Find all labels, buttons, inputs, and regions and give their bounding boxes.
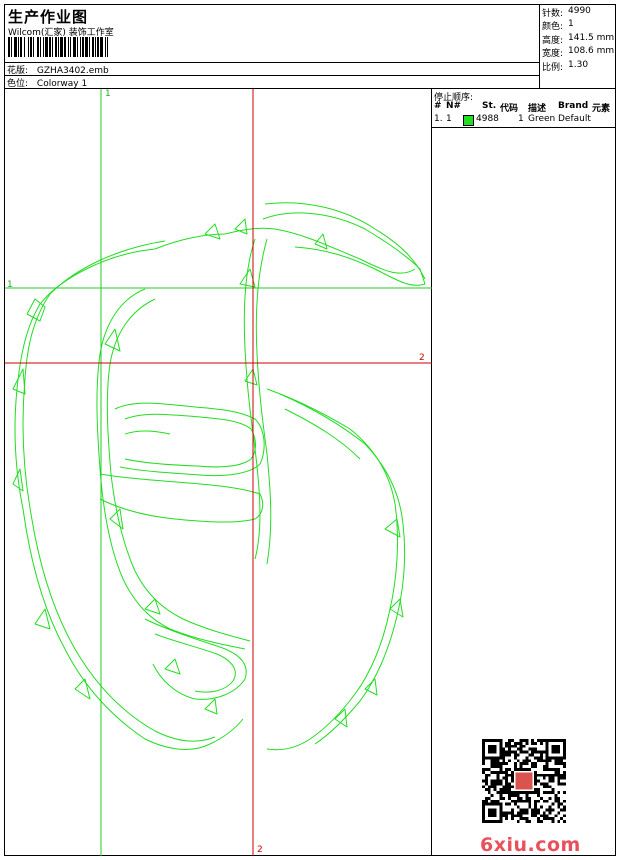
- qr-code-icon: [482, 739, 566, 823]
- divider: [432, 127, 616, 128]
- stat-value: 108.6 mm: [568, 46, 615, 56]
- embroidery-preview: [5, 89, 432, 856]
- stop-sequence-panel: 停止顺序: # N# St. 代码 描述 Brand 元素 1. 1 4988 …: [432, 89, 616, 856]
- stat-stitches: 针数: 4990: [542, 6, 591, 19]
- stat-colors: 颜色: 1: [542, 19, 574, 32]
- stop-sequence-row: 1. 1 4988 1 Green Default: [432, 114, 616, 126]
- stat-value: 1.30: [568, 60, 589, 70]
- guide-lines: [5, 89, 432, 856]
- stat-label: 针数:: [542, 9, 564, 19]
- embroidery-outline: [12, 202, 426, 751]
- stat-scale: 比例: 1.30: [542, 60, 588, 73]
- colorway-value: Colorway 1: [36, 79, 88, 89]
- production-sheet: 生产作业图 Wilcom(汇家) 装饰工作室 花版: GZHA3402.emb …: [4, 4, 616, 856]
- stat-height: 高度: 141.5 mm: [542, 33, 614, 46]
- stat-label: 比例:: [542, 63, 564, 73]
- watermark-logo: 6xiu.com: [480, 834, 581, 856]
- guide-label-red-bottom: 2: [257, 845, 263, 855]
- stat-label: 颜色:: [542, 22, 564, 32]
- stat-value: 1: [568, 19, 574, 29]
- colorway-label: 色位:: [7, 79, 29, 89]
- stop-sequence-header: # N# St. 代码 描述 Brand 元素: [432, 101, 616, 114]
- col-header: 描述: [528, 104, 547, 114]
- guide-label-green-left: 1: [7, 280, 13, 290]
- row-stitches: 4988: [476, 114, 499, 124]
- page-title: 生产作业图: [8, 8, 89, 26]
- color-swatch: [463, 115, 474, 126]
- col-header: 元素: [592, 104, 611, 114]
- row-index: 1.: [434, 114, 443, 124]
- row-needle: 1: [446, 114, 452, 124]
- col-header: #: [434, 101, 442, 111]
- stats-panel: 针数: 4990 颜色: 1 高度: 141.5 mm 宽度: 108.6 mm 比例:…: [540, 5, 616, 89]
- row-brand: Default: [558, 114, 591, 124]
- stat-width: 宽度: 108.6 mm: [542, 46, 614, 59]
- colorway-row: 色位: Colorway 1: [7, 76, 87, 89]
- row-description: Green: [528, 114, 556, 124]
- row-code: 1: [518, 114, 524, 124]
- stat-value: 141.5 mm: [568, 33, 615, 43]
- header-panel: 生产作业图 Wilcom(汇家) 装饰工作室 花版: GZHA3402.emb …: [5, 5, 540, 89]
- col-header: St.: [482, 101, 497, 111]
- col-header: N#: [446, 101, 462, 111]
- col-header: 代码: [500, 104, 519, 114]
- guide-label-red-right: 2: [419, 353, 425, 363]
- col-header: Brand: [558, 101, 589, 111]
- stat-label: 高度:: [542, 36, 564, 46]
- guide-label-green-top: 1: [105, 89, 111, 99]
- barcode-icon: [8, 37, 108, 57]
- stat-value: 4990: [568, 6, 591, 16]
- stat-label: 宽度:: [542, 49, 564, 59]
- design-canvas: 1 1 2 2: [5, 89, 432, 856]
